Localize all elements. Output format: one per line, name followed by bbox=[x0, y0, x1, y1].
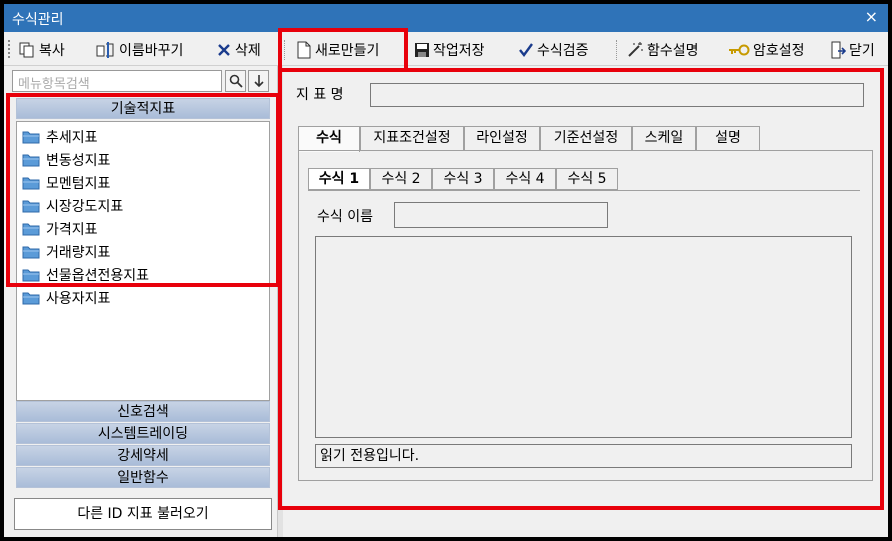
toolbar: 복사 이름바꾸기 삭제 새로만들기 작업저장 수식검증 함수설명 암호설정 닫기 bbox=[4, 32, 888, 66]
search-icon bbox=[229, 74, 243, 88]
copy-button[interactable]: 복사 bbox=[18, 39, 65, 61]
formula-tab-4[interactable]: 수식 4 bbox=[494, 168, 556, 190]
function-description-button[interactable]: 함수설명 bbox=[626, 39, 699, 61]
toolbar-separator bbox=[284, 40, 285, 60]
formula-tab-3[interactable]: 수식 3 bbox=[432, 168, 494, 190]
search-button[interactable] bbox=[225, 70, 246, 92]
category-signal-search[interactable]: 신호검색 bbox=[16, 401, 270, 422]
close-button[interactable]: 닫기 bbox=[830, 39, 875, 61]
tab-3[interactable]: 기준선설정 bbox=[540, 126, 632, 150]
copy-label: 복사 bbox=[39, 43, 65, 59]
delete-button[interactable]: 삭제 bbox=[216, 39, 261, 61]
close-label: 닫기 bbox=[849, 43, 875, 59]
window-title: 수식관리 bbox=[12, 12, 64, 28]
tree-item[interactable]: 시장강도지표 bbox=[22, 195, 123, 217]
tree-item[interactable]: 선물옵션전용지표 bbox=[22, 264, 149, 286]
indicator-tree: 추세지표변동성지표모멘텀지표시장강도지표가격지표거래량지표선물옵션전용지표사용자… bbox=[16, 121, 270, 401]
load-other-id-button[interactable]: 다른 ID 지표 불러오기 bbox=[14, 498, 272, 530]
formula-tab-1[interactable]: 수식 1 bbox=[308, 168, 370, 190]
toolbar-grip bbox=[8, 40, 11, 58]
password-label: 암호설정 bbox=[753, 43, 805, 59]
tree-item-label: 시장강도지표 bbox=[46, 199, 124, 215]
password-button[interactable]: 암호설정 bbox=[728, 39, 805, 61]
folder-icon bbox=[22, 269, 40, 282]
indicator-name-field[interactable] bbox=[370, 83, 864, 107]
key-icon bbox=[729, 44, 750, 56]
tree-item-label: 가격지표 bbox=[46, 222, 98, 238]
formula-name-field[interactable] bbox=[394, 202, 608, 228]
tab-0[interactable]: 수식 bbox=[298, 126, 360, 152]
exit-door-icon bbox=[831, 41, 846, 59]
delete-label: 삭제 bbox=[235, 43, 261, 59]
formula-editor[interactable] bbox=[315, 236, 852, 438]
verify-label: 수식검증 bbox=[537, 43, 589, 59]
category-strength-weakness[interactable]: 강세약세 bbox=[16, 445, 270, 466]
tree-item[interactable]: 가격지표 bbox=[22, 218, 98, 240]
title-bar: 수식관리 × bbox=[4, 4, 888, 32]
arrow-down-icon bbox=[253, 75, 264, 88]
panel-splitter[interactable] bbox=[277, 66, 283, 537]
function-description-label: 함수설명 bbox=[647, 43, 699, 59]
folder-icon bbox=[22, 246, 40, 259]
tree-item[interactable]: 사용자지표 bbox=[22, 287, 110, 309]
tab-5[interactable]: 설명 bbox=[696, 126, 760, 150]
tree-item-label: 모멘텀지표 bbox=[46, 176, 111, 192]
folder-icon bbox=[22, 177, 40, 190]
menu-search-input[interactable]: 메뉴항목검색 bbox=[12, 70, 222, 92]
delete-icon bbox=[218, 44, 230, 56]
magic-wand-icon bbox=[628, 42, 643, 57]
rename-label: 이름바꾸기 bbox=[119, 43, 184, 59]
tab-2[interactable]: 라인설정 bbox=[464, 126, 540, 150]
formula-manager-window: 수식관리 × 복사 이름바꾸기 삭제 새로만들기 작업저장 수식검증 함수설명 … bbox=[4, 4, 888, 537]
tree-item[interactable]: 추세지표 bbox=[22, 126, 98, 148]
category-general-functions[interactable]: 일반함수 bbox=[16, 467, 270, 488]
tree-item-label: 선물옵션전용지표 bbox=[46, 268, 150, 284]
read-only-status: 읽기 전용입니다. bbox=[315, 444, 852, 468]
tree-item[interactable]: 변동성지표 bbox=[22, 149, 110, 171]
tree-item[interactable]: 거래량지표 bbox=[22, 241, 110, 263]
tree-item-label: 거래량지표 bbox=[46, 245, 111, 261]
rename-button[interactable]: 이름바꾸기 bbox=[96, 39, 183, 61]
category-technical-indicators[interactable]: 기술적지표 bbox=[16, 98, 270, 119]
folder-icon bbox=[22, 223, 40, 236]
indicator-name-label: 지 표 명 bbox=[296, 87, 344, 103]
verify-button[interactable]: 수식검증 bbox=[518, 39, 589, 61]
new-button[interactable]: 새로만들기 bbox=[296, 39, 379, 61]
tree-item-label: 추세지표 bbox=[46, 130, 98, 146]
save-icon bbox=[415, 43, 429, 57]
save-label: 작업저장 bbox=[433, 43, 485, 59]
formula-name-label: 수식 이름 bbox=[317, 209, 373, 225]
checkmark-icon bbox=[519, 43, 533, 57]
folder-icon bbox=[22, 200, 40, 213]
folder-icon bbox=[22, 131, 40, 144]
tree-item-label: 변동성지표 bbox=[46, 153, 111, 169]
folder-icon bbox=[22, 292, 40, 305]
category-system-trading[interactable]: 시스템트레이딩 bbox=[16, 423, 270, 444]
tab-1[interactable]: 지표조건설정 bbox=[360, 126, 464, 150]
formula-tab-2[interactable]: 수식 2 bbox=[370, 168, 432, 190]
close-icon[interactable]: × bbox=[865, 7, 878, 26]
save-button[interactable]: 작업저장 bbox=[414, 39, 485, 61]
formula-tab-strip-border bbox=[308, 190, 860, 191]
folder-icon bbox=[22, 154, 40, 167]
copy-icon bbox=[19, 42, 34, 58]
toolbar-separator bbox=[616, 40, 617, 60]
tree-item-label: 사용자지표 bbox=[46, 291, 111, 307]
new-document-icon bbox=[297, 41, 311, 59]
tree-item[interactable]: 모멘텀지표 bbox=[22, 172, 110, 194]
formula-tab-5[interactable]: 수식 5 bbox=[556, 168, 618, 190]
tab-4[interactable]: 스케일 bbox=[632, 126, 696, 150]
search-down-button[interactable] bbox=[248, 70, 269, 92]
new-label: 새로만들기 bbox=[315, 43, 380, 59]
rename-icon bbox=[96, 42, 114, 58]
